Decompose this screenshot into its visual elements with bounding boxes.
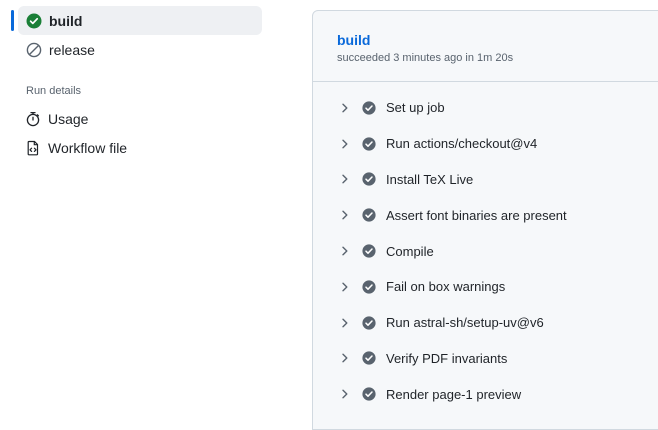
- chevron-right-icon: [339, 388, 351, 400]
- step-label: Set up job: [386, 100, 445, 116]
- chevron-right-icon: [339, 138, 351, 150]
- job-status-text: succeeded 3 minutes ago in 1m 20s: [337, 52, 514, 64]
- chevron-right-icon: [339, 317, 351, 329]
- check-circle-fill-icon: [362, 316, 376, 330]
- check-circle-fill-icon: [362, 137, 376, 151]
- steps-list: Set up job Run actions/checkout@v4 Insta…: [313, 90, 658, 412]
- step-label: Compile: [386, 243, 434, 259]
- check-circle-fill-icon: [362, 172, 376, 187]
- step-label: Run astral-sh/setup-uv@v6: [386, 315, 544, 331]
- chevron-right-icon: [339, 173, 351, 185]
- step-row[interactable]: Fail on box warnings: [313, 269, 658, 305]
- check-circle-fill-icon: [362, 351, 376, 366]
- chevron-right-icon: [339, 352, 351, 364]
- sidebar: build release Run details Usage Workflow…: [0, 0, 300, 411]
- job-item-build[interactable]: build: [11, 6, 262, 35]
- step-row[interactable]: Render page-1 preview: [313, 376, 658, 412]
- chevron-right-icon: [339, 281, 351, 293]
- stopwatch-icon: [25, 111, 41, 127]
- sidebar-item-workflow-file[interactable]: Workflow file: [18, 135, 262, 161]
- check-circle-fill-icon: [362, 387, 376, 401]
- step-label: Fail on box warnings: [386, 279, 506, 295]
- step-row[interactable]: Set up job: [313, 90, 658, 126]
- check-circle-fill-icon: [362, 101, 376, 115]
- check-circle-fill-icon: [362, 208, 376, 222]
- job-label: release: [49, 41, 95, 58]
- chevron-right-icon: [339, 209, 351, 221]
- chevron-right-icon: [339, 245, 351, 257]
- check-circle-fill-icon: [362, 280, 376, 294]
- chevron-right-icon: [339, 102, 351, 114]
- step-label: Install TeX Live: [386, 171, 474, 187]
- check-circle-fill-icon: [26, 13, 42, 29]
- sidebar-item-label: Usage: [48, 111, 89, 127]
- step-label: Run actions/checkout@v4: [386, 136, 538, 152]
- step-row[interactable]: Install TeX Live: [313, 162, 658, 198]
- job-header: build succeeded 3 minutes ago in 1m 20s: [313, 11, 658, 82]
- step-row[interactable]: Run actions/checkout@v4: [313, 126, 658, 162]
- step-label: Render page-1 preview: [386, 386, 522, 402]
- sidebar-item-label: Workflow file: [48, 140, 128, 156]
- step-label: Assert font binaries are present: [386, 207, 567, 223]
- step-row[interactable]: Compile: [313, 233, 658, 269]
- sidebar-item-usage[interactable]: Usage: [18, 106, 262, 132]
- job-title[interactable]: build: [337, 32, 370, 48]
- skipped-icon: [26, 42, 42, 58]
- step-row[interactable]: Assert font binaries are present: [313, 197, 658, 233]
- step-label: Verify PDF invariants: [386, 350, 508, 366]
- job-label: build: [49, 12, 83, 29]
- job-item-release[interactable]: release: [18, 35, 262, 64]
- step-row[interactable]: Run astral-sh/setup-uv@v6: [313, 305, 658, 341]
- check-circle-fill-icon: [362, 244, 376, 258]
- file-code-icon: [25, 140, 41, 156]
- job-panel: build succeeded 3 minutes ago in 1m 20s …: [312, 10, 658, 430]
- step-row[interactable]: Verify PDF invariants: [313, 341, 658, 377]
- run-details-title: Run details: [26, 85, 82, 97]
